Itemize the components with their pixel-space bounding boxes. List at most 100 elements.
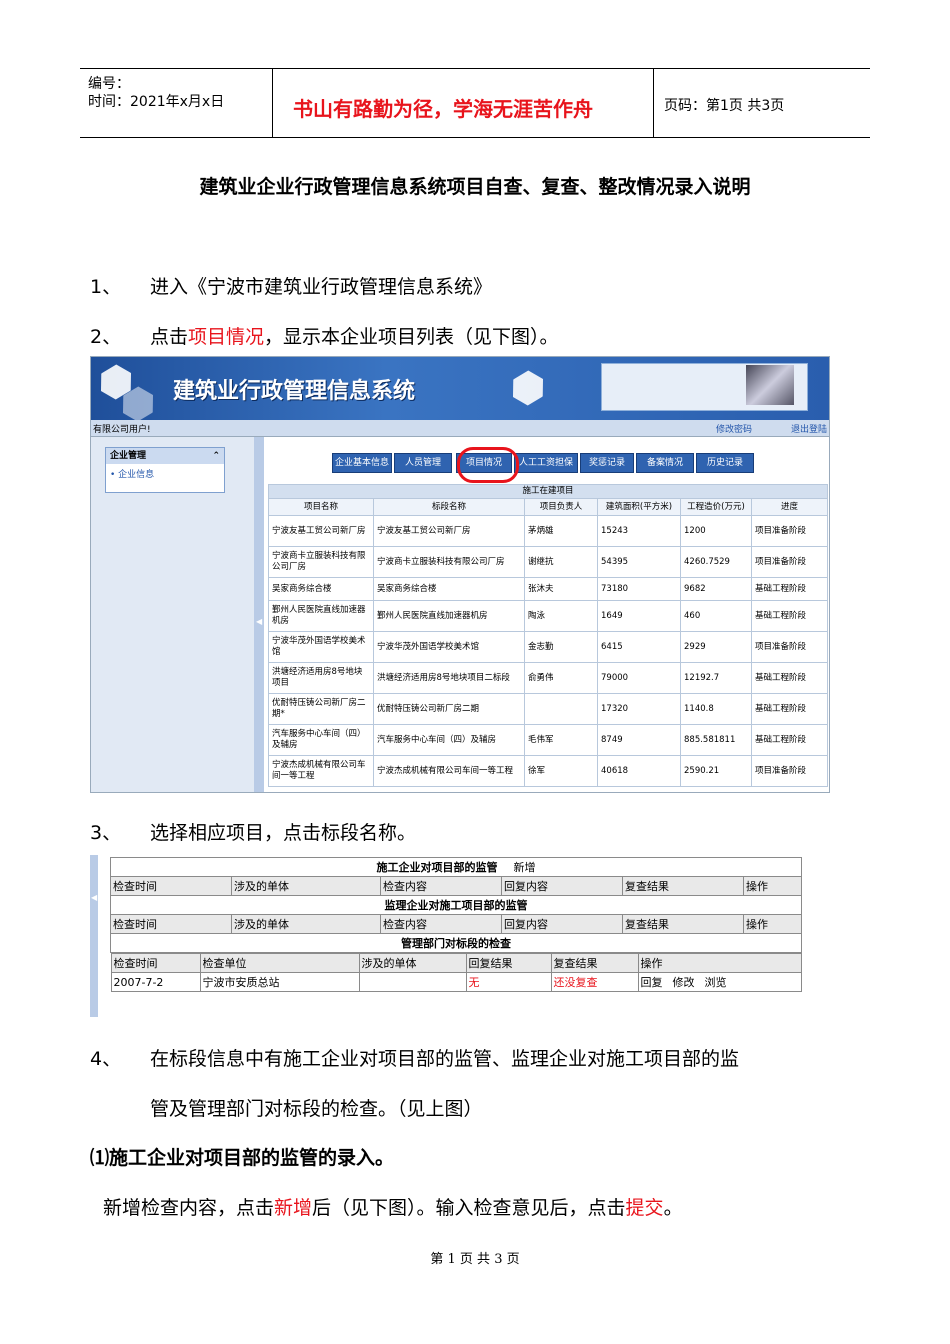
col-header: 建筑面积(平方米) — [597, 498, 681, 516]
cell-project-name[interactable]: 优耐特压铸公司新厂房二期* — [268, 693, 374, 725]
tab-wage-guarantee[interactable]: 人工工资担保 — [514, 453, 578, 473]
col-header: 检查时间 — [110, 876, 232, 896]
cell-recheck-result: 还没复查 — [550, 972, 639, 992]
step-1: 1、 进入《宁波市建筑业行政管理信息系统》 — [0, 272, 950, 298]
table-row: 2007-7-2 宁波市安质总站 无 还没复查 回复 修改 浏览 — [110, 972, 802, 992]
edit-link[interactable]: 修改 — [673, 976, 695, 989]
cell-manager: 谢继抗 — [524, 546, 598, 578]
col-header: 涉及的单体 — [231, 876, 381, 896]
cell-section-name[interactable]: 宁波商卡立服装科技有限公司厂房 — [373, 546, 525, 578]
table-header-row: 项目名称 标段名称 项目负责人 建筑面积(平方米) 工程造价(万元) 进度 — [268, 498, 828, 516]
system-banner: 建筑业行政管理信息系统 — [91, 357, 829, 420]
table-header-row: 检查时间 涉及的单体 检查内容 回复内容 复查结果 操作 — [110, 876, 802, 896]
cell-area: 40618 — [597, 755, 681, 787]
tab-history[interactable]: 历史记录 — [696, 453, 754, 473]
nested-row: 检查时间 检查单位 涉及的单体 回复结果 复查结果 操作 2007-7-2 宁波… — [110, 953, 802, 992]
col-header: 项目名称 — [268, 498, 374, 516]
table-row[interactable]: 宁波杰成机械有限公司车间一等工程 宁波杰成机械有限公司车间一等工程 徐军 40618 2… — [268, 755, 828, 787]
cell-project-name[interactable]: 鄞州人民医院直线加速器机房 — [268, 600, 374, 632]
cell-progress: 项目准备阶段 — [751, 631, 828, 663]
cell-cost: 1140.8 — [680, 693, 752, 725]
cell-project-name[interactable]: 宁波商卡立服装科技有限公司厂房 — [268, 546, 374, 578]
cell-manager: 俞勇伟 — [524, 662, 598, 694]
cell-cost: 1200 — [680, 515, 752, 547]
cell-section-name[interactable]: 吴家商务综合楼 — [373, 577, 525, 601]
table-row[interactable]: 宁波商卡立服装科技有限公司厂房 宁波商卡立服装科技有限公司厂房 谢继抗 54395 42… — [268, 546, 828, 578]
user-text: 有限公司用户! — [93, 425, 151, 435]
system-title: 建筑业行政管理信息系统 — [173, 379, 416, 404]
col-header: 回复内容 — [501, 876, 623, 896]
page-footer: 第 1 页 共 3 页 — [430, 1252, 520, 1267]
cell-section-name[interactable]: 宁波华茂外国语学校美术馆 — [373, 631, 525, 663]
change-password-link[interactable]: 修改密码 — [716, 422, 752, 435]
side-item-enterprise-info[interactable]: • 企业信息 — [106, 464, 224, 483]
table-row[interactable]: 吴家商务综合楼 吴家商务综合楼 张沐夫 73180 9682 基础工程阶段 — [268, 577, 828, 601]
cell-section-name[interactable]: 汽车服务中心车间（四）及辅房 — [373, 724, 525, 756]
collapse-icon[interactable]: ⌃ — [212, 448, 220, 464]
cell-progress: 基础工程阶段 — [751, 724, 828, 756]
tab-personnel[interactable]: 人员管理 — [394, 453, 452, 473]
header-motto-cell: 书山有路勤为径，学海无涯苦作舟 — [273, 69, 654, 137]
cell-section-name[interactable]: 鄞州人民医院直线加速器机房 — [373, 600, 525, 632]
left-strip[interactable]: ◀ — [90, 855, 98, 1017]
cell-progress: 项目准备阶段 — [751, 755, 828, 787]
step-2-text: 点击项目情况，显示本企业项目列表（见下图）。 — [150, 322, 559, 349]
table-row[interactable]: 鄞州人民医院直线加速器机房 鄞州人民医院直线加速器机房 陶泳 1649 460 基础工程阶… — [268, 600, 828, 632]
cell-section-name[interactable]: 优耐特压铸公司新厂房二期 — [373, 693, 525, 725]
add-button[interactable]: 新增 — [514, 861, 536, 874]
screenshot-project-list: 建筑业行政管理信息系统 有限公司用户! 修改密码 退出登陆 企业管理 ⌃ • 企业… — [90, 356, 830, 793]
cell-project-name[interactable]: 吴家商务综合楼 — [268, 577, 374, 601]
step-1-text: 进入《宁波市建筑业行政管理信息系统》 — [150, 276, 493, 298]
col-header: 复查结果 — [550, 953, 639, 973]
tab-enterprise-info[interactable]: 企业基本信息 — [332, 453, 392, 473]
table-row[interactable]: 洪塘经济适用房8号地块项目 洪塘经济适用房8号地块项目二标段 俞勇伟 79000 121… — [268, 662, 828, 694]
user-bar: 有限公司用户! 修改密码 退出登陆 — [91, 420, 829, 437]
side-panel-header[interactable]: 企业管理 ⌃ — [106, 448, 224, 464]
sidebar: 企业管理 ⌃ • 企业信息 — [91, 437, 254, 792]
cell-progress: 基础工程阶段 — [751, 577, 828, 601]
cell-section-name[interactable]: 宁波友基工贸公司新厂房 — [373, 515, 525, 547]
step-4-number: 4、 — [90, 1048, 122, 1070]
cell-project-name[interactable]: 宁波友基工贸公司新厂房 — [268, 515, 374, 547]
cell-cost: 4260.7529 — [680, 546, 752, 578]
col-header: 工程造价(万元) — [680, 498, 752, 516]
cell-cost: 2929 — [680, 631, 752, 663]
project-table: 施工在建项目 项目名称 标段名称 项目负责人 建筑面积(平方米) 工程造价(万元… — [268, 484, 828, 787]
cell-project-name[interactable]: 宁波杰成机械有限公司车间一等工程 — [268, 755, 374, 787]
instruction-submit-highlight: 提交 — [625, 1197, 664, 1219]
cell-progress: 基础工程阶段 — [751, 600, 828, 632]
table-row[interactable]: 宁波华茂外国语学校美术馆 宁波华茂外国语学校美术馆 金志勤 6415 2929 项目准备阶… — [268, 631, 828, 663]
section-supervisor-title: 监理企业对施工项目部的监管 — [110, 895, 802, 915]
step-4-line-2: 管及管理部门对标段的检查。（见上图） — [150, 1098, 483, 1120]
section-contractor-title: 施工企业对项目部的监管 — [376, 861, 498, 874]
cell-project-name[interactable]: 宁波华茂外国语学校美术馆 — [268, 631, 374, 663]
cell-section-name[interactable]: 宁波杰成机械有限公司车间一等工程 — [373, 755, 525, 787]
tab-rewards-records[interactable]: 奖惩记录 — [580, 453, 634, 473]
step-2-suffix: ，显示本企业项目列表（见下图）。 — [264, 326, 559, 348]
cell-manager: 陶泳 — [524, 600, 598, 632]
table-row[interactable]: 汽车服务中心车间（四）及辅房 汽车服务中心车间（四）及辅房 毛伟军 8749 885.5… — [268, 724, 828, 756]
col-header: 标段名称 — [373, 498, 525, 516]
cell-area: 1649 — [597, 600, 681, 632]
instruction-middle: 后（见下图）。输入检查意见后，点击 — [312, 1197, 626, 1219]
reply-link[interactable]: 回复 — [641, 976, 663, 989]
section-contractor-header: 施工企业对项目部的监管 新增 — [110, 857, 802, 877]
cell-project-name[interactable]: 洪塘经济适用房8号地块项目 — [268, 662, 374, 694]
tab-filing[interactable]: 备案情况 — [636, 453, 694, 473]
cell-project-name[interactable]: 汽车服务中心车间（四）及辅房 — [268, 724, 374, 756]
view-link[interactable]: 浏览 — [705, 976, 727, 989]
table-row[interactable]: 宁波友基工贸公司新厂房 宁波友基工贸公司新厂房 茅炳雄 15243 1200 项目准备阶段 — [268, 515, 828, 547]
step-4-line-1: 在标段信息中有施工企业对项目部的监管、监理企业对施工项目部的监 — [150, 1048, 740, 1070]
col-header: 涉及的单体 — [231, 914, 381, 934]
cell-area: 54395 — [597, 546, 681, 578]
cell-area: 79000 — [597, 662, 681, 694]
step-2-highlight: 项目情况 — [188, 326, 265, 348]
section-info-table: 施工企业对项目部的监管 新增 检查时间 涉及的单体 检查内容 回复内容 复查结果 … — [110, 857, 802, 992]
subsection-1-title: ⑴施工企业对项目部的监管的录入。 — [90, 1147, 395, 1169]
step-3: 3、 选择相应项目，点击标段名称。 — [0, 818, 950, 844]
logout-link[interactable]: 退出登陆 — [791, 422, 827, 435]
cell-section-name[interactable]: 洪塘经济适用房8号地块项目二标段 — [373, 662, 525, 694]
sidebar-toggle-strip[interactable]: ◀ — [254, 437, 264, 792]
number-label: 编号： — [88, 76, 130, 92]
table-row[interactable]: 优耐特压铸公司新厂房二期* 优耐特压铸公司新厂房二期 17320 1140.8 基础工程… — [268, 693, 828, 725]
